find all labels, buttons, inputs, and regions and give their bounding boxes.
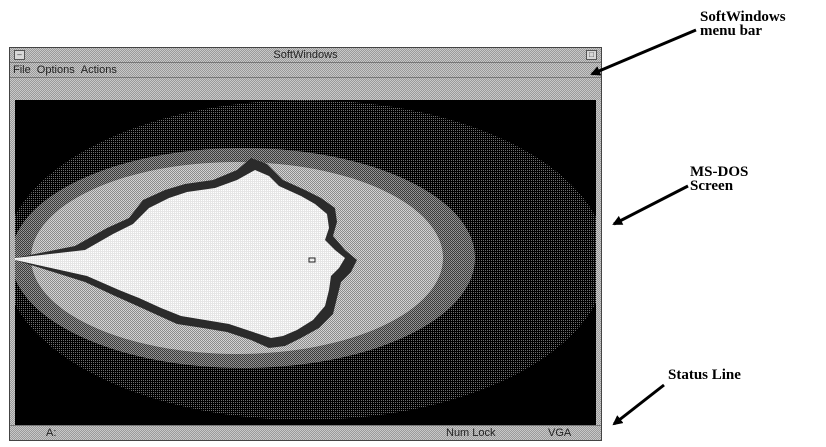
- callout-screen-line2: Screen: [690, 178, 734, 194]
- callout-screen-line1: MS-DOS: [690, 164, 749, 180]
- screen-arrow: [612, 184, 689, 226]
- callout-menu-bar-line1: SoftWindows: [700, 9, 786, 25]
- callout-menu-bar: SoftWindows menu bar: [700, 9, 786, 39]
- callout-menu-bar-line2: menu bar: [700, 23, 763, 39]
- menu-bar-arrow: [590, 28, 697, 76]
- callout-ms-dos-screen: MS-DOS Screen: [690, 164, 749, 194]
- status-line-arrow: [612, 383, 665, 426]
- callout-status-line: Status Line: [668, 367, 741, 383]
- callout-status-line-text: Status Line: [668, 367, 741, 383]
